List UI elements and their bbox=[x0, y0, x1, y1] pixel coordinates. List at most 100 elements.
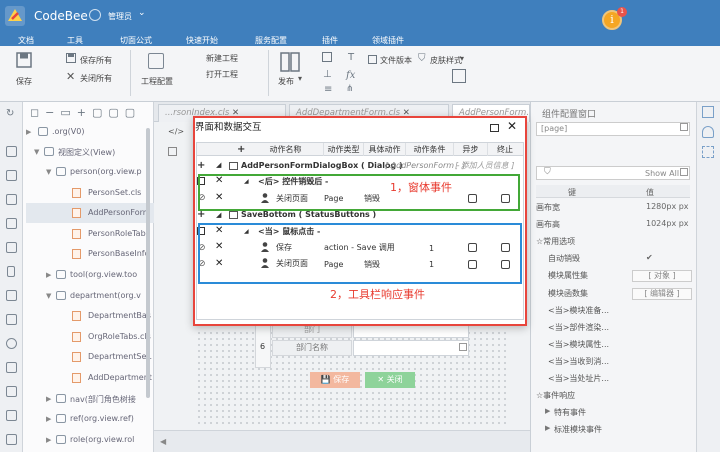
group2-name: SaveBottom ( StatusButtons ) bbox=[241, 210, 377, 219]
scroll-left-icon[interactable]: ◀ bbox=[160, 437, 166, 446]
tree-toolbar-icons[interactable]: ◻−▭+▢▢▢ bbox=[30, 106, 150, 120]
layout-icon[interactable] bbox=[6, 170, 17, 181]
component-selector[interactable]: [page] bbox=[536, 122, 690, 136]
file-version-button[interactable]: 文件版本 bbox=[380, 55, 412, 66]
group1-extra: [ 添加人员信息 ] bbox=[455, 161, 515, 170]
group1-path: [ AddPersonForm - ] bbox=[385, 161, 466, 170]
codebee-logo-icon bbox=[4, 5, 26, 27]
notification-badge: 1 bbox=[617, 7, 627, 17]
col-action-detail: 具体动作 bbox=[364, 143, 406, 156]
globe-icon[interactable] bbox=[6, 338, 17, 349]
add-icon[interactable]: + bbox=[197, 160, 205, 172]
sliders-icon[interactable]: ≡ bbox=[324, 84, 332, 95]
group1-name: AddPersonFormDialogBox ( Dialog ) bbox=[241, 161, 403, 170]
buttons-icon bbox=[229, 211, 238, 219]
close-icon[interactable]: ✕ bbox=[66, 70, 75, 83]
expand-icon[interactable] bbox=[459, 343, 467, 351]
chart-icon[interactable] bbox=[6, 314, 17, 325]
highlight-toolbar-events bbox=[198, 223, 522, 284]
save-all-icon[interactable] bbox=[66, 53, 76, 63]
close-icon[interactable]: ✕ bbox=[507, 119, 517, 133]
col-action-name: 动作名称 bbox=[248, 143, 324, 156]
dialog-icon bbox=[229, 162, 238, 170]
menu-service[interactable]: 服务配置 bbox=[255, 35, 287, 46]
stack-icon[interactable] bbox=[6, 362, 17, 373]
properties-icon[interactable] bbox=[702, 106, 714, 118]
annotation-toolbar-events: 2，工具栏响应事件 bbox=[330, 288, 425, 301]
formula-icon[interactable]: fx bbox=[346, 70, 355, 81]
menu-quickstart[interactable]: 快速开始 bbox=[186, 35, 218, 46]
menu-tools[interactable]: 工具 bbox=[67, 35, 83, 46]
publish-icon[interactable] bbox=[280, 52, 300, 72]
show-all-toggle[interactable]: Show All bbox=[645, 169, 679, 178]
window-icon[interactable] bbox=[452, 69, 466, 83]
chevron-down-icon[interactable]: ⌄ bbox=[138, 8, 146, 18]
user-avatar-icon[interactable] bbox=[89, 9, 101, 21]
menu-plugins[interactable]: 插件 bbox=[322, 35, 338, 46]
divider bbox=[268, 50, 269, 96]
expand-icon[interactable] bbox=[680, 123, 688, 131]
dept-name-label: 部门名称 bbox=[272, 340, 352, 356]
chevron-down-icon[interactable]: ▾ bbox=[298, 74, 302, 83]
filter-icon[interactable]: ⛉ bbox=[544, 167, 551, 177]
menu-bar bbox=[0, 33, 720, 46]
menu-docs[interactable]: 文档 bbox=[18, 35, 34, 46]
skin-icon[interactable]: ⛉ bbox=[418, 53, 426, 64]
settings-icon[interactable] bbox=[6, 386, 17, 397]
save-all-button[interactable]: 保存所有 bbox=[80, 55, 112, 66]
form-close-button[interactable]: ✕ 关闭 bbox=[365, 372, 415, 388]
collapse-arrow-icon[interactable]: ◢ bbox=[216, 211, 221, 219]
tree-scrollbar[interactable] bbox=[146, 128, 150, 398]
menu-domain-plugins[interactable]: 领域插件 bbox=[372, 35, 404, 46]
chevron-down-icon[interactable]: ▾ bbox=[460, 54, 464, 63]
design-view-icon[interactable] bbox=[168, 147, 177, 156]
text-icon[interactable]: T bbox=[348, 52, 354, 63]
grid-icon[interactable] bbox=[322, 52, 332, 62]
image-icon[interactable] bbox=[6, 290, 17, 301]
code-view-icon[interactable]: </> bbox=[168, 127, 184, 136]
save-button[interactable]: 保存 bbox=[16, 76, 32, 87]
list-icon[interactable] bbox=[6, 194, 17, 205]
grid-icon[interactable] bbox=[702, 146, 714, 158]
add-icon[interactable]: + bbox=[237, 144, 245, 155]
database-icon[interactable] bbox=[702, 126, 714, 138]
refresh-icon[interactable]: ↻ bbox=[6, 108, 14, 119]
tree-file[interactable]: AddPersonForm bbox=[26, 203, 154, 224]
prop-header: 键值 bbox=[536, 185, 690, 198]
terminal-icon[interactable] bbox=[148, 53, 164, 69]
save-icon[interactable] bbox=[16, 52, 32, 68]
file-version-icon[interactable] bbox=[368, 55, 377, 64]
form-icon[interactable] bbox=[6, 218, 17, 229]
expand-icon[interactable] bbox=[680, 168, 688, 176]
brand-name: CodeBee bbox=[34, 9, 88, 23]
user-name[interactable]: 管理员 bbox=[108, 11, 132, 22]
form-save-button[interactable]: 💾 保存 bbox=[310, 372, 360, 388]
panel-title: 组件配置窗口 bbox=[542, 110, 597, 120]
publish-button[interactable]: 发布 bbox=[278, 76, 294, 87]
row-number: 6 bbox=[255, 322, 271, 368]
close-all-button[interactable]: 关闭所有 bbox=[80, 73, 112, 84]
canvas-hscrollbar[interactable] bbox=[154, 430, 530, 452]
col-action-cond: 动作条件 bbox=[406, 143, 454, 156]
menu-aspect[interactable]: 切面公式 bbox=[120, 35, 152, 46]
skin-style-button[interactable]: 皮肤样式 bbox=[430, 55, 462, 66]
col-async: 异步 bbox=[454, 143, 488, 156]
mobile-icon[interactable] bbox=[7, 266, 15, 277]
tree-icon[interactable]: ⋔ bbox=[346, 84, 354, 94]
project-config-button[interactable]: 工程配置 bbox=[141, 76, 173, 87]
dept-name-field[interactable] bbox=[353, 340, 469, 356]
add-icon[interactable]: + bbox=[197, 209, 205, 221]
new-project-button[interactable]: 新建工程 bbox=[206, 53, 238, 64]
open-project-button[interactable]: 打开工程 bbox=[206, 69, 238, 80]
table-icon[interactable] bbox=[6, 242, 17, 253]
link-icon[interactable] bbox=[6, 410, 17, 421]
maximize-icon[interactable] bbox=[490, 124, 499, 132]
panel-icon[interactable] bbox=[6, 146, 17, 157]
divider bbox=[130, 50, 131, 96]
annotation-window-events: 1，窗体事件 bbox=[390, 181, 452, 194]
col-terminate: 终止 bbox=[497, 145, 513, 154]
align-icon[interactable]: ⊥ bbox=[323, 69, 332, 80]
collapse-arrow-icon[interactable]: ◢ bbox=[216, 161, 221, 169]
col-action-type: 动作类型 bbox=[324, 143, 364, 156]
gear-icon[interactable] bbox=[6, 434, 17, 445]
